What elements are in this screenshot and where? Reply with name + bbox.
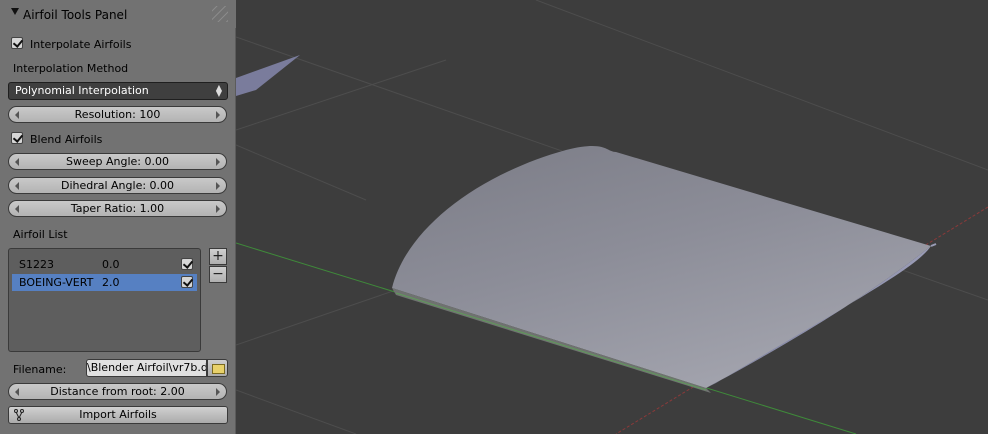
remove-airfoil-button[interactable]: − [209,266,227,283]
import-airfoils-button[interactable]: Import Airfoils [8,406,228,424]
list-item-selected[interactable]: BOEING-VERT 2.0 [12,274,197,291]
airfoil-value: 0.0 [102,258,120,271]
airfoil-checkbox[interactable] [181,258,193,270]
interpolation-method-label: Interpolation Method [13,62,129,75]
collapse-triangle-icon[interactable] [11,8,19,15]
increment-arrow-icon[interactable] [216,111,220,119]
browse-file-button[interactable] [207,359,228,377]
taper-ratio-field[interactable]: Taper Ratio: 1.00 [8,200,227,217]
decrement-arrow-icon[interactable] [15,182,19,190]
3d-viewport[interactable] [236,0,988,434]
increment-arrow-icon[interactable] [216,182,220,190]
panel-header[interactable]: Airfoil Tools Panel [0,0,236,28]
increment-arrow-icon[interactable] [216,205,220,213]
add-airfoil-button[interactable]: + [209,248,227,265]
distance-from-root-text: Distance from root: 2.00 [50,385,185,398]
airfoil-name: S1223 [19,258,54,271]
airfoil-checkbox[interactable] [181,276,193,288]
panel-title: Airfoil Tools Panel [23,8,128,22]
sweep-angle-field[interactable]: Sweep Angle: 0.00 [8,153,227,170]
decrement-arrow-icon[interactable] [15,111,19,119]
blend-checkbox[interactable] [11,132,23,144]
resolution-field[interactable]: Resolution: 100 [8,106,227,123]
interpolation-method-dropdown[interactable]: Polynomial Interpolation ▲ ▼ [8,82,228,100]
airfoil-tools-panel: Airfoil Tools Panel Interpolate Airfoils… [0,0,236,434]
decrement-arrow-icon[interactable] [15,388,19,396]
dropdown-arrows-icon: ▲ ▼ [215,83,222,98]
taper-ratio-text: Taper Ratio: 1.00 [70,202,165,215]
distance-from-root-field[interactable]: Distance from root: 2.00 [8,383,227,400]
folder-icon [212,364,225,374]
wing-tip-left [236,55,300,96]
airfoil-name: BOEING-VERT [19,276,94,289]
increment-arrow-icon[interactable] [216,158,220,166]
blend-label: Blend Airfoils [30,133,103,146]
airfoil-value: 2.0 [102,276,120,289]
interpolate-label: Interpolate Airfoils [30,38,132,51]
viewport-scene [236,0,988,434]
sweep-angle-text: Sweep Angle: 0.00 [66,155,169,168]
increment-arrow-icon[interactable] [216,388,220,396]
filename-label: Filename: [13,363,67,376]
filename-input[interactable]: \Blender Airfoil\vr7b.dat [86,359,207,377]
airfoil-list-label: Airfoil List [13,228,68,241]
vertex-icon [14,409,24,421]
dihedral-angle-field[interactable]: Dihedral Angle: 0.00 [8,177,227,194]
wing-model [392,146,937,393]
drag-grip-icon[interactable] [212,6,228,22]
decrement-arrow-icon[interactable] [15,158,19,166]
list-item[interactable]: S1223 0.0 [12,256,197,273]
dihedral-angle-text: Dihedral Angle: 0.00 [60,179,175,192]
airfoil-list[interactable]: S1223 0.0 BOEING-VERT 2.0 [8,248,201,352]
resolution-text: Resolution: 100 [74,108,161,121]
interpolation-method-value: Polynomial Interpolation [15,84,149,97]
import-airfoils-label: Import Airfoils [79,408,157,421]
decrement-arrow-icon[interactable] [15,205,19,213]
plus-icon: + [212,248,224,264]
interpolate-checkbox[interactable] [11,37,23,49]
filename-value: \Blender Airfoil\vr7b.dat [87,361,207,374]
minus-icon: − [212,266,224,282]
